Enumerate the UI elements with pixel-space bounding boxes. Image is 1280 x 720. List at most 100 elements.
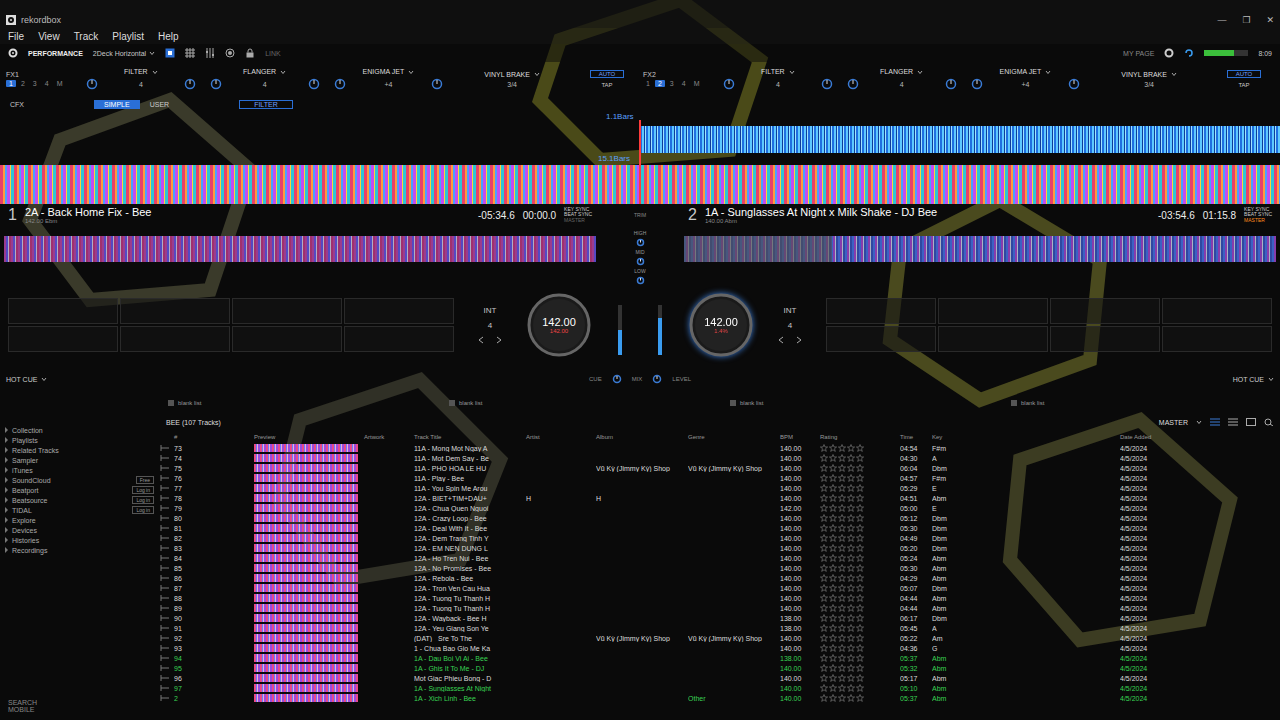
- track-row[interactable]: 8212A - Dem Trang Tinh Y140.0004:49Dbm4/…: [160, 533, 1280, 543]
- track-row[interactable]: 8112A - Deal With It - Bee140.0005:30Dbm…: [160, 523, 1280, 533]
- track-row[interactable]: 931 - Chua Bao Gio Me Ka140.0004:36G4/5/…: [160, 643, 1280, 653]
- fx-channel-button[interactable]: 1: [6, 80, 16, 87]
- sub-panel-header[interactable]: blank list: [722, 400, 999, 406]
- track-row[interactable]: 8512A - No Promises - Bee140.0005:30Abm4…: [160, 563, 1280, 573]
- link-button[interactable]: LINK: [265, 50, 281, 57]
- track-row[interactable]: 8912A - Tuong Tu Thanh H140.0004:44Abm4/…: [160, 603, 1280, 613]
- preview-waveform[interactable]: [254, 494, 358, 502]
- preview-waveform[interactable]: [254, 454, 358, 462]
- my-page-button[interactable]: MY PAGE: [1123, 50, 1154, 57]
- sidebar-item[interactable]: iTunes: [4, 465, 154, 475]
- preview-waveform[interactable]: [254, 604, 358, 612]
- sidebar-item[interactable]: Sampler: [4, 455, 154, 465]
- hot-cue-pad[interactable]: [826, 326, 936, 352]
- jog-wheel[interactable]: 142.001.4%: [688, 292, 754, 358]
- column-header[interactable]: Artwork: [364, 434, 414, 440]
- column-header[interactable]: Key: [932, 434, 964, 440]
- login-button[interactable]: Log in: [132, 486, 154, 494]
- track-row[interactable]: 971A - Sunglasses At Night140.0005:10Abm…: [160, 683, 1280, 693]
- preview-waveform[interactable]: [254, 534, 358, 542]
- sub-panel-header[interactable]: blank list: [160, 400, 437, 406]
- menu-item[interactable]: Track: [74, 31, 99, 42]
- rating-stars[interactable]: [820, 574, 900, 582]
- sidebar-item[interactable]: BeatsourceLog in: [4, 495, 154, 505]
- track-row[interactable]: 941A - Dau Boi Vi Ai - Bee138.0005:37Abm…: [160, 653, 1280, 663]
- rating-stars[interactable]: [820, 444, 900, 452]
- preview-waveform[interactable]: [254, 644, 358, 652]
- login-button[interactable]: Log in: [132, 496, 154, 504]
- preview-waveform[interactable]: [254, 514, 358, 522]
- rating-stars[interactable]: [820, 564, 900, 572]
- cfx-mode-button[interactable]: USER: [140, 100, 179, 109]
- hot-cue-pad[interactable]: [1162, 326, 1272, 352]
- rating-stars[interactable]: [820, 464, 900, 472]
- hot-cue-pad[interactable]: [232, 326, 342, 352]
- preview-waveform[interactable]: [254, 524, 358, 532]
- hot-cue-pad[interactable]: [344, 298, 454, 324]
- fx-channel-button[interactable]: 4: [679, 80, 689, 87]
- int-button[interactable]: INT: [484, 306, 497, 315]
- hot-cue-pad[interactable]: [232, 298, 342, 324]
- column-header[interactable]: Artist: [526, 434, 596, 440]
- sidebar-item[interactable]: Playlists: [4, 435, 154, 445]
- preview-waveform[interactable]: [254, 584, 358, 592]
- sidebar-item[interactable]: Explore: [4, 515, 154, 525]
- sort-selector[interactable]: MASTER: [1159, 419, 1188, 426]
- rating-stars[interactable]: [820, 524, 900, 532]
- menu-item[interactable]: Playlist: [112, 31, 144, 42]
- channel-fader-track[interactable]: [618, 305, 622, 355]
- column-header[interactable]: Preview: [254, 434, 364, 440]
- track-row[interactable]: 21A - Xich Linh - BeeOther140.0005:37Abm…: [160, 693, 1280, 703]
- track-row[interactable]: 7411A - Mot Dem Say - Be140.0004:30A4/5/…: [160, 453, 1280, 463]
- menu-item[interactable]: File: [8, 31, 24, 42]
- rating-stars[interactable]: [820, 634, 900, 642]
- column-header[interactable]: #: [174, 434, 204, 440]
- window-control-button[interactable]: —: [1217, 15, 1226, 25]
- login-button[interactable]: Log in: [132, 506, 154, 514]
- rating-stars[interactable]: [820, 694, 900, 702]
- track-row[interactable]: 96Mot Giac Phieu Bong - D140.0005:17Abm4…: [160, 673, 1280, 683]
- track-row[interactable]: 951A - Ghis It To Me - DJ140.0005:32Abm4…: [160, 663, 1280, 673]
- preview-waveform[interactable]: [254, 664, 358, 672]
- track-row[interactable]: 92(DAT)_ Sre To TheVũ Kỳ (Jimmy Kỳ) Shop…: [160, 633, 1280, 643]
- sub-panel-header[interactable]: blank list: [441, 400, 718, 406]
- hot-cue-mode[interactable]: HOT CUE: [6, 376, 47, 383]
- rating-stars[interactable]: [820, 514, 900, 522]
- track-row[interactable]: 8612A - Rebola - Bee140.0004:29Abm4/5/20…: [160, 573, 1280, 583]
- fx-slot[interactable]: FLANGER4: [206, 62, 324, 96]
- login-button[interactable]: Free: [136, 476, 154, 484]
- preview-waveform[interactable]: [254, 654, 358, 662]
- column-header[interactable]: Date Added: [1120, 434, 1170, 440]
- hot-cue-pad[interactable]: [120, 326, 230, 352]
- auto-button[interactable]: AUTO: [1227, 70, 1262, 78]
- track-row[interactable]: 7611A - Play - Bee140.0004:57F#m4/5/2024: [160, 473, 1280, 483]
- preview-waveform[interactable]: [254, 594, 358, 602]
- preview-waveform[interactable]: [254, 554, 358, 562]
- channel-fader-track[interactable]: [658, 305, 662, 355]
- track-row[interactable]: 9012A - Wayback - Bee H138.0006:17Dbm4/5…: [160, 613, 1280, 623]
- hot-cue-pad[interactable]: [8, 326, 118, 352]
- preview-waveform[interactable]: [254, 564, 358, 572]
- rating-stars[interactable]: [820, 644, 900, 652]
- window-control-button[interactable]: ✕: [1266, 15, 1274, 25]
- rating-stars[interactable]: [820, 554, 900, 562]
- preview-waveform[interactable]: [254, 474, 358, 482]
- overview-track[interactable]: [4, 236, 596, 262]
- track-row[interactable]: 8712A - Tron Ven Cau Hua140.0005:07Dbm4/…: [160, 583, 1280, 593]
- rating-stars[interactable]: [820, 594, 900, 602]
- track-row[interactable]: 8812A - Tuong Tu Thanh H140.0004:44Abm4/…: [160, 593, 1280, 603]
- fx-channel-button[interactable]: 3: [30, 80, 40, 87]
- preview-waveform[interactable]: [254, 444, 358, 452]
- sidebar-item[interactable]: BeatportLog in: [4, 485, 154, 495]
- int-button[interactable]: INT: [784, 306, 797, 315]
- rating-stars[interactable]: [820, 604, 900, 612]
- preview-waveform[interactable]: [254, 694, 358, 702]
- hot-cue-pad[interactable]: [8, 298, 118, 324]
- rating-stars[interactable]: [820, 494, 900, 502]
- auto-button[interactable]: AUTO: [590, 70, 625, 78]
- fx-slot[interactable]: FLANGER4: [843, 62, 961, 96]
- column-header[interactable]: BPM: [780, 434, 820, 440]
- track-row[interactable]: 8312A - EM NEN DUNG L140.0005:20Dbm4/5/2…: [160, 543, 1280, 553]
- preview-waveform[interactable]: [254, 464, 358, 472]
- fx-channel-button[interactable]: M: [691, 80, 703, 87]
